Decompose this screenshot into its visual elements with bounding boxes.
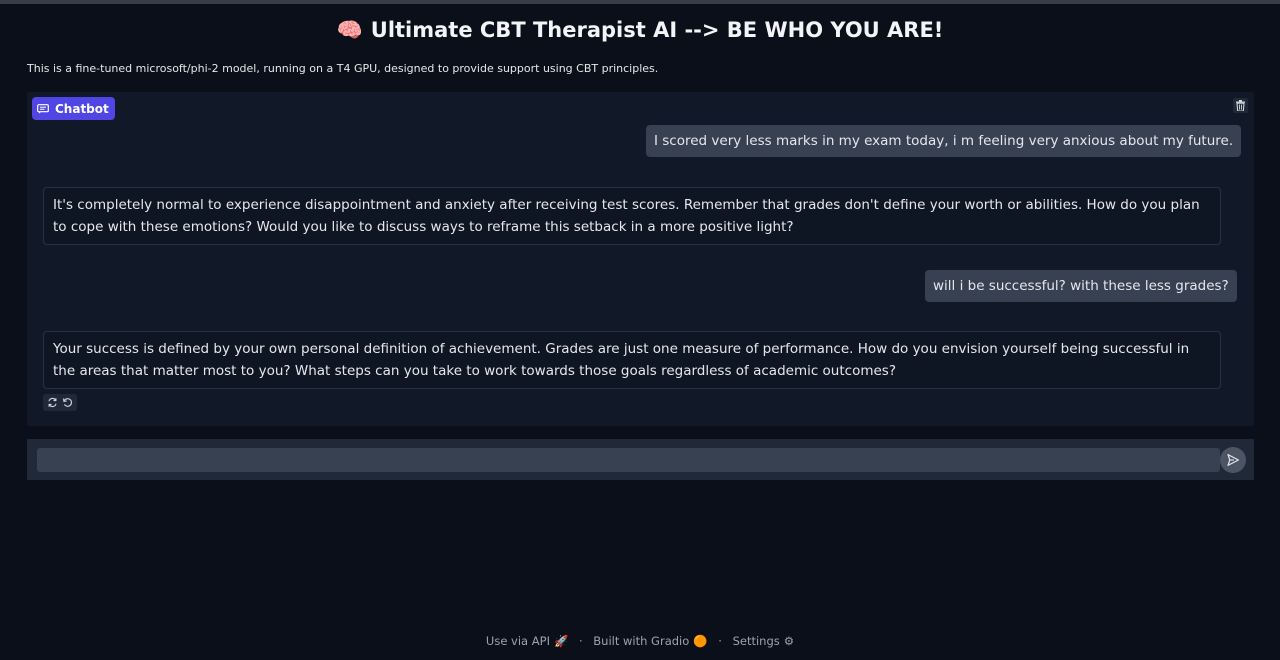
built-with-gradio-label: Built with Gradio <box>593 634 690 648</box>
chatbot-label-badge: Chatbot <box>32 97 115 120</box>
built-with-gradio-link[interactable]: Built with Gradio 🟠 <box>593 634 707 648</box>
page-title: 🧠 Ultimate CBT Therapist AI --> BE WHO YO… <box>0 18 1280 43</box>
bot-message: It's completely normal to experience dis… <box>43 187 1221 245</box>
retry-icon <box>48 397 57 408</box>
brain-icon: 🧠 <box>336 18 363 42</box>
use-via-api-link[interactable]: Use via API 🚀 <box>486 634 568 648</box>
footer: Use via API 🚀 · Built with Gradio 🟠 · Sett… <box>0 634 1280 648</box>
browser-top-strip <box>0 0 1280 4</box>
send-icon <box>1227 454 1239 466</box>
gear-icon: ⚙ <box>783 634 795 648</box>
chat-bubble-icon <box>37 103 49 114</box>
footer-separator: · <box>578 634 583 648</box>
retry-button[interactable] <box>47 397 58 408</box>
submit-button[interactable] <box>1220 447 1246 473</box>
use-via-api-label: Use via API <box>485 634 550 648</box>
message-input[interactable] <box>37 448 1220 472</box>
clear-chat-button[interactable] <box>1233 98 1248 113</box>
user-message: will i be successful? with these less gr… <box>925 270 1237 302</box>
page-description: This is a fine-tuned microsoft/phi-2 mod… <box>27 62 659 75</box>
message-actions <box>43 394 77 411</box>
user-message: I scored very less marks in my exam toda… <box>646 125 1242 157</box>
footer-separator: · <box>718 634 722 648</box>
chatbot-label: Chatbot <box>55 101 109 116</box>
page-title-text: Ultimate CBT Therapist AI --> BE WHO YOU… <box>370 18 944 42</box>
undo-icon <box>63 398 72 407</box>
message-input-panel <box>27 439 1254 480</box>
settings-label: Settings <box>732 634 780 648</box>
chatbot-panel: Chatbot I scored very less marks in my e… <box>27 92 1254 426</box>
bot-message: Your success is defined by your own pers… <box>43 331 1221 389</box>
settings-link[interactable]: Settings ⚙ <box>733 634 794 648</box>
rocket-icon: 🚀 <box>553 634 569 648</box>
gradio-logo-icon: 🟠 <box>693 634 708 648</box>
trash-icon <box>1236 100 1245 111</box>
undo-button[interactable] <box>62 397 73 408</box>
